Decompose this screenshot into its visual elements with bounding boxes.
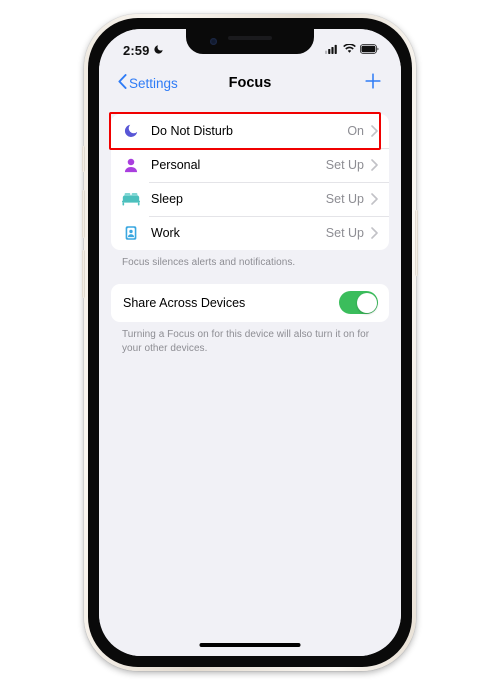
share-footnote: Turning a Focus on for this device will … <box>122 328 370 354</box>
focus-row-do-not-disturb[interactable]: Do Not Disturb On <box>111 114 389 148</box>
focus-row-label: Do Not Disturb <box>151 124 233 138</box>
focus-row-work[interactable]: Work Set Up <box>111 216 389 250</box>
back-button[interactable]: Settings <box>118 74 178 92</box>
toggle-knob <box>356 292 377 313</box>
focus-row-label: Work <box>151 226 180 240</box>
add-focus-button[interactable] <box>364 72 382 95</box>
cellular-signal-icon <box>325 41 339 59</box>
ring-silent-switch[interactable] <box>82 146 85 172</box>
focus-row-sleep[interactable]: Sleep Set Up <box>111 182 389 216</box>
screenshot-canvas: 2:59 Settings Focus Do Not Disturb On Pe… <box>0 0 500 685</box>
id-badge-icon <box>121 223 141 243</box>
share-card: Share Across Devices <box>111 283 389 322</box>
share-across-devices-toggle[interactable] <box>339 291 378 315</box>
earpiece-speaker-icon <box>228 36 272 40</box>
settings-content: Do Not Disturb On Personal Set Up Sleep … <box>99 101 401 656</box>
wifi-icon <box>343 41 356 59</box>
focus-row-personal[interactable]: Personal Set Up <box>111 148 389 182</box>
bed-icon <box>121 189 141 209</box>
battery-full-icon <box>360 41 379 59</box>
share-across-devices-label: Share Across Devices <box>123 295 246 310</box>
front-camera-icon <box>210 38 217 45</box>
status-bar-right <box>325 41 379 59</box>
focus-footnote: Focus silences alerts and notifications. <box>122 257 296 268</box>
status-bar-left: 2:59 <box>123 43 164 58</box>
crescent-moon-icon <box>121 121 141 141</box>
phone-frame: 2:59 Settings Focus Do Not Disturb On Pe… <box>82 14 418 671</box>
chevron-right-icon <box>371 227 378 239</box>
phone-bezel: 2:59 Settings Focus Do Not Disturb On Pe… <box>88 18 412 667</box>
phone-screen: 2:59 Settings Focus Do Not Disturb On Pe… <box>99 29 401 656</box>
navigation-bar: Settings Focus <box>99 65 401 101</box>
status-bar-time: 2:59 <box>123 42 150 58</box>
power-button[interactable] <box>415 210 418 276</box>
focus-row-value: Set Up <box>325 192 364 206</box>
back-button-label: Settings <box>129 75 178 91</box>
notch <box>186 29 314 54</box>
home-indicator[interactable] <box>199 643 301 647</box>
focus-row-value: Set Up <box>325 158 364 172</box>
chevron-left-icon <box>118 74 127 92</box>
volume-up-button[interactable] <box>82 190 85 238</box>
chevron-right-icon <box>371 125 378 137</box>
share-across-devices-row[interactable]: Share Across Devices <box>111 284 389 322</box>
focus-row-value: Set Up <box>325 226 364 240</box>
chevron-right-icon <box>371 193 378 205</box>
chevron-right-icon <box>371 159 378 171</box>
focus-list-card: Do Not Disturb On Personal Set Up Sleep … <box>111 114 389 250</box>
focus-row-value: On <box>347 124 364 138</box>
focus-row-label: Sleep <box>151 192 183 206</box>
crescent-moon-icon <box>153 43 164 58</box>
focus-row-label: Personal <box>151 158 201 172</box>
volume-down-button[interactable] <box>82 250 85 298</box>
plus-icon <box>364 72 382 95</box>
person-icon <box>121 155 141 175</box>
